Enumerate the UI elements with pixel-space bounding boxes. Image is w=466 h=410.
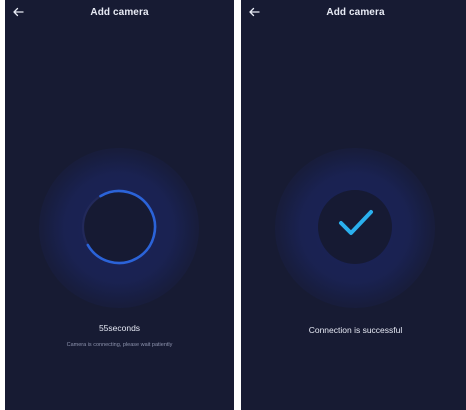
page-title: Add camera (326, 7, 385, 18)
checkmark-icon (339, 210, 373, 235)
connecting-screen: Add camera 55seconds Camera is connectin… (5, 0, 234, 410)
progress-ring (81, 189, 157, 265)
page-title: Add camera (90, 7, 149, 18)
success-screen: Add camera Connection is successful (241, 0, 466, 410)
countdown-text: 55seconds (98, 323, 141, 333)
connecting-message: Camera is connecting, please wait patien… (66, 342, 173, 348)
header: Add camera (241, 0, 466, 26)
progress-ring-fill (81, 189, 157, 265)
header: Add camera (5, 0, 234, 26)
success-message: Connection is successful (308, 325, 403, 335)
